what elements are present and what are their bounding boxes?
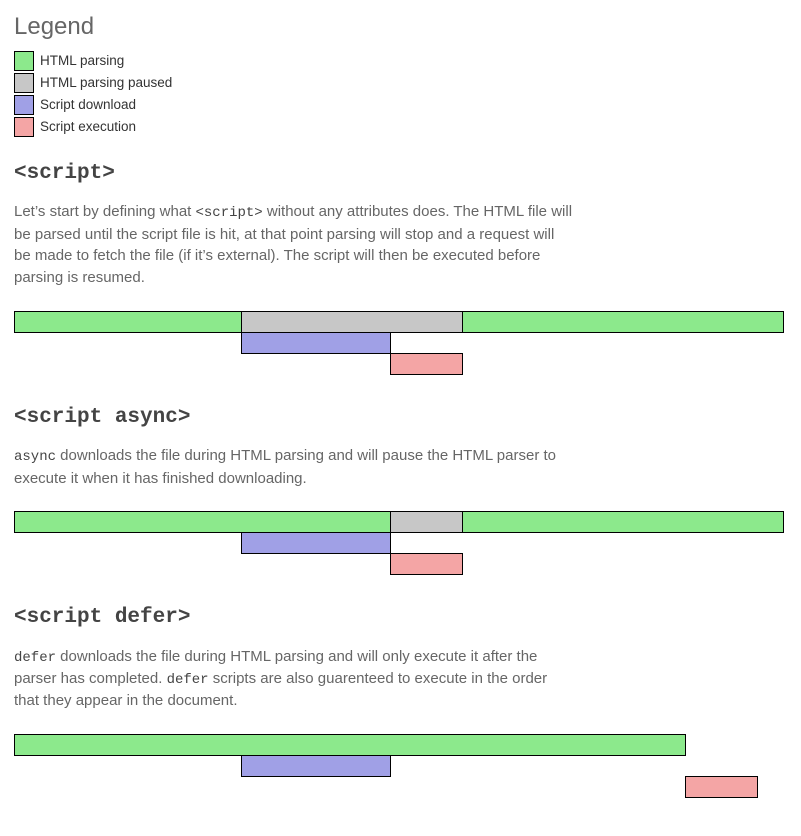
timeline-async <box>14 511 784 581</box>
legend-item: HTML parsing paused <box>14 73 787 93</box>
bar-paused <box>241 311 463 333</box>
inline-code: async <box>14 449 56 465</box>
swatch-parse <box>14 51 34 71</box>
body-text: Let’s start by defining what <box>14 203 196 220</box>
timeline-plain <box>14 311 784 381</box>
bar-download <box>241 755 391 777</box>
bar-exec <box>685 776 758 798</box>
section-title-async: <script async> <box>14 403 787 433</box>
bar-download <box>241 532 391 554</box>
inline-code: defer <box>167 672 209 688</box>
section-title-defer: <script defer> <box>14 603 787 633</box>
swatch-paused <box>14 73 34 93</box>
legend-label: Script download <box>40 95 136 115</box>
legend-item: HTML parsing <box>14 51 787 71</box>
bar-parse <box>462 511 784 533</box>
section-body-async: async downloads the file during HTML par… <box>14 445 574 489</box>
legend-label: Script execution <box>40 117 136 137</box>
legend-label: HTML parsing <box>40 51 124 71</box>
body-text: downloads the file during HTML parsing a… <box>14 447 556 486</box>
bar-exec <box>390 553 463 575</box>
section-title-plain: <script> <box>14 159 787 189</box>
bar-paused <box>390 511 463 533</box>
bar-download <box>241 332 391 354</box>
bar-exec <box>390 353 463 375</box>
inline-code: defer <box>14 650 56 666</box>
bar-parse <box>14 734 686 756</box>
legend-label: HTML parsing paused <box>40 73 172 93</box>
bar-parse <box>14 311 242 333</box>
legend-title: Legend <box>14 10 787 45</box>
timeline-defer <box>14 734 784 804</box>
swatch-download <box>14 95 34 115</box>
inline-code: <script> <box>196 205 263 221</box>
section-body-plain: Let’s start by defining what <script> wi… <box>14 201 574 289</box>
section-body-defer: defer downloads the file during HTML par… <box>14 646 574 712</box>
legend-item: Script download <box>14 95 787 115</box>
bar-parse <box>14 511 391 533</box>
swatch-exec <box>14 117 34 137</box>
legend: HTML parsing HTML parsing paused Script … <box>14 51 787 137</box>
bar-parse <box>462 311 784 333</box>
legend-item: Script execution <box>14 117 787 137</box>
